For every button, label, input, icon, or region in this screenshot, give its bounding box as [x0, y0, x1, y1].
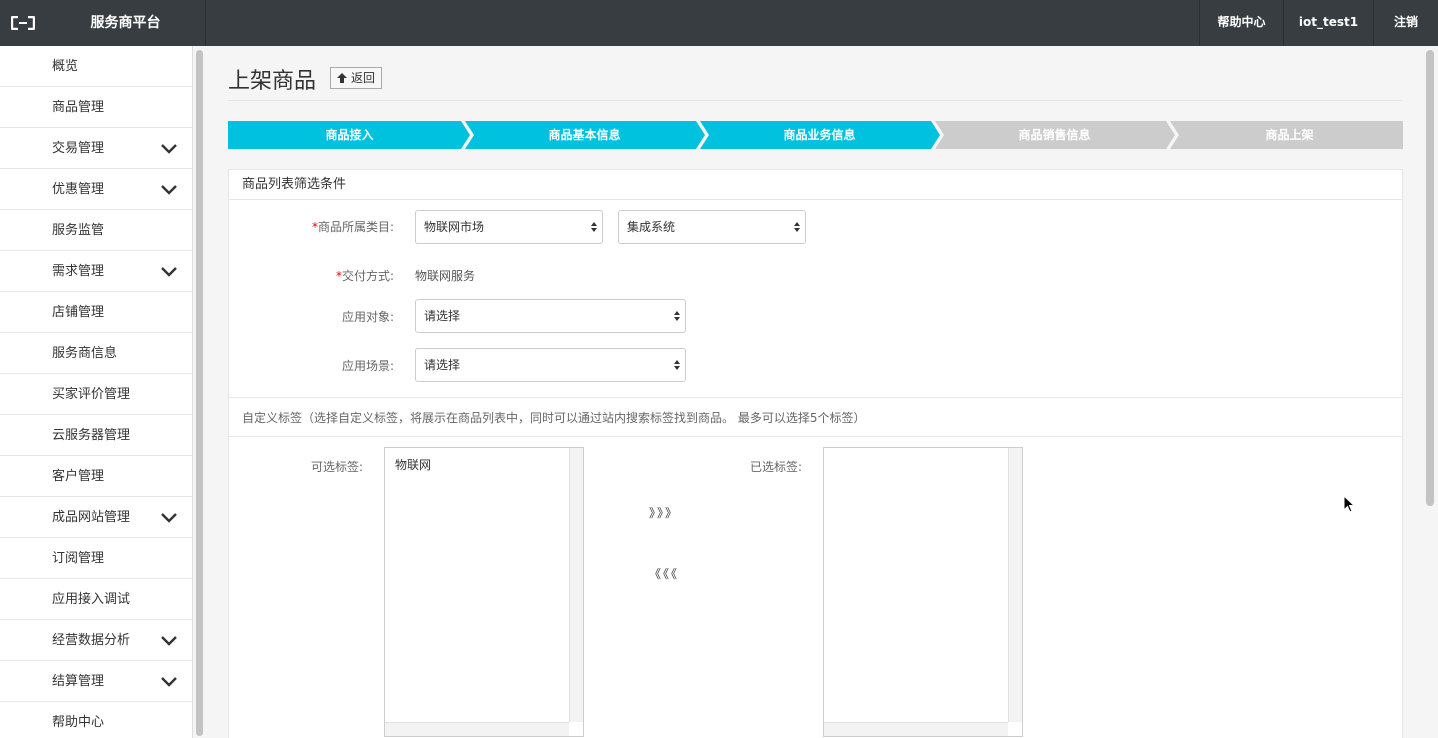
step-label: 商品基本信息 — [548, 128, 621, 142]
step-label: 商品接入 — [325, 128, 374, 142]
sidebar-item-label: 云服务器管理 — [52, 428, 131, 443]
remove-tags-button[interactable]: 《《《 — [649, 565, 679, 582]
listbox-vertical-scrollbar[interactable] — [569, 448, 583, 722]
sidebar-item-label: 服务监管 — [52, 223, 105, 238]
sidebar-item[interactable]: 客户管理 — [0, 456, 192, 497]
back-button-label: 返回 — [351, 71, 376, 85]
sidebar-item[interactable]: 概览 — [0, 46, 192, 87]
delivery-value: 物联网服务 — [415, 269, 476, 283]
sidebar-item[interactable]: 结算管理 — [0, 661, 192, 702]
sidebar-item[interactable]: 店铺管理 — [0, 292, 192, 333]
sidebar-item-label: 经营数据分析 — [52, 633, 131, 648]
sidebar-item-label: 订阅管理 — [52, 551, 105, 566]
available-tags-list[interactable]: 物联网 — [384, 447, 584, 737]
target-select[interactable]: 请选择 — [415, 299, 686, 333]
sidebar-item[interactable]: 买家评价管理 — [0, 374, 192, 415]
sidebar-item-label: 店铺管理 — [52, 305, 105, 320]
list-item[interactable]: 物联网 — [395, 456, 431, 473]
sidebar-item-label: 客户管理 — [52, 469, 105, 484]
sidebar-item[interactable]: 优惠管理 — [0, 169, 192, 210]
chevron-down-icon — [161, 513, 177, 523]
sidebar-item-label: 商品管理 — [52, 100, 105, 115]
sidebar-item-label: 应用接入调试 — [52, 592, 131, 607]
select-arrows-icon — [674, 360, 680, 370]
sidebar-item-label: 交易管理 — [52, 141, 105, 156]
sidebar-item-label: 买家评价管理 — [52, 387, 131, 402]
step-label: 商品业务信息 — [783, 128, 856, 142]
step-label: 商品上架 — [1265, 128, 1314, 142]
panel-header: 商品列表筛选条件 — [229, 170, 1402, 200]
chevron-down-icon — [161, 677, 177, 687]
chevron-down-icon — [161, 144, 177, 154]
sidebar-item-label: 优惠管理 — [52, 182, 105, 197]
add-tags-button[interactable]: 》》》 — [649, 504, 679, 521]
sidebar-item-label: 帮助中心 — [52, 715, 105, 730]
listbox-horizontal-scrollbar[interactable] — [385, 722, 569, 736]
sidebar-item[interactable]: 服务监管 — [0, 210, 192, 251]
sidebar-item[interactable]: 成品网站管理 — [0, 497, 192, 538]
sidebar-item[interactable]: 商品管理 — [0, 87, 192, 128]
back-button[interactable]: 返回 — [330, 67, 382, 89]
sidebar-item[interactable]: 服务商信息 — [0, 333, 192, 374]
tags-note: 自定义标签（选择自定义标签，将展示在商品列表中，同时可以通过站内搜索标签找到商品… — [242, 411, 866, 425]
selected-tags-list[interactable] — [823, 447, 1023, 737]
brand-title[interactable]: 服务商平台 — [46, 0, 206, 46]
listbox-horizontal-scrollbar[interactable] — [824, 722, 1008, 736]
sidebar-item-label: 成品网站管理 — [52, 510, 131, 525]
sidebar-scrollbar[interactable] — [196, 50, 203, 736]
sidebar-item-label: 结算管理 — [52, 674, 105, 689]
step-label: 商品销售信息 — [1018, 128, 1091, 142]
sidebar-item-label: 概览 — [52, 59, 79, 74]
select-arrows-icon — [591, 222, 597, 232]
nav-help[interactable]: 帮助中心 — [1199, 0, 1283, 46]
top-nav: 帮助中心 iot_test1 注销 — [1199, 0, 1438, 46]
title-divider — [228, 100, 1403, 101]
sidebar-item[interactable]: 需求管理 — [0, 251, 192, 292]
sidebar-item[interactable]: 订阅管理 — [0, 538, 192, 579]
category-label: *商品所属类目: — [311, 220, 394, 234]
chevron-down-icon — [161, 636, 177, 646]
scene-label: 应用场景: — [341, 359, 394, 373]
main-content: 上架商品 返回 商品接入 商品基本信息 商品业务信息 商品销售信息 商品上架 商品列表筛… — [208, 46, 1423, 738]
sidebar-item[interactable]: 交易管理 — [0, 128, 192, 169]
section-divider — [229, 436, 1402, 437]
aliyun-logo-icon[interactable] — [0, 0, 46, 46]
section-divider — [229, 397, 1402, 398]
delivery-label: *交付方式: — [335, 269, 394, 283]
sidebar: 概览商品管理交易管理优惠管理服务监管需求管理店铺管理服务商信息买家评价管理 云服务… — [0, 46, 193, 738]
nav-logout[interactable]: 注销 — [1373, 0, 1438, 46]
back-arrow-icon — [337, 73, 347, 83]
available-tags-label: 可选标签: — [310, 460, 363, 474]
scene-select[interactable]: 请选择 — [415, 348, 686, 382]
sidebar-item[interactable]: 经营数据分析 — [0, 620, 192, 661]
chevron-down-icon — [161, 185, 177, 195]
select-arrows-icon — [794, 222, 800, 232]
sidebar-item[interactable]: 应用接入调试 — [0, 579, 192, 620]
sidebar-item[interactable]: 帮助中心 — [0, 702, 192, 738]
sidebar-item[interactable]: 云服务器管理 — [0, 415, 192, 456]
nav-user[interactable]: iot_test1 — [1283, 0, 1373, 46]
chevron-down-icon — [161, 267, 177, 277]
page-title: 上架商品 — [228, 69, 317, 94]
top-bar: 服务商平台 帮助中心 iot_test1 注销 — [0, 0, 1438, 46]
selected-tags-label: 已选标签: — [749, 460, 802, 474]
sidebar-item-label: 需求管理 — [52, 264, 105, 279]
filter-panel: 商品列表筛选条件 *商品所属类目: 物联网市场 集成系统 *交付方式: 物联网服… — [228, 169, 1403, 738]
listbox-vertical-scrollbar[interactable] — [1008, 448, 1022, 722]
sidebar-item-label: 服务商信息 — [52, 346, 118, 361]
mouse-cursor-icon — [1343, 495, 1355, 513]
category-select-secondary[interactable]: 集成系统 — [618, 210, 806, 244]
page-scrollbar[interactable] — [1426, 50, 1434, 506]
progress-steps: 商品接入 商品基本信息 商品业务信息 商品销售信息 商品上架 — [228, 121, 1403, 149]
target-label: 应用对象: — [341, 310, 394, 324]
select-arrows-icon — [674, 311, 680, 321]
category-select-primary[interactable]: 物联网市场 — [415, 210, 603, 244]
